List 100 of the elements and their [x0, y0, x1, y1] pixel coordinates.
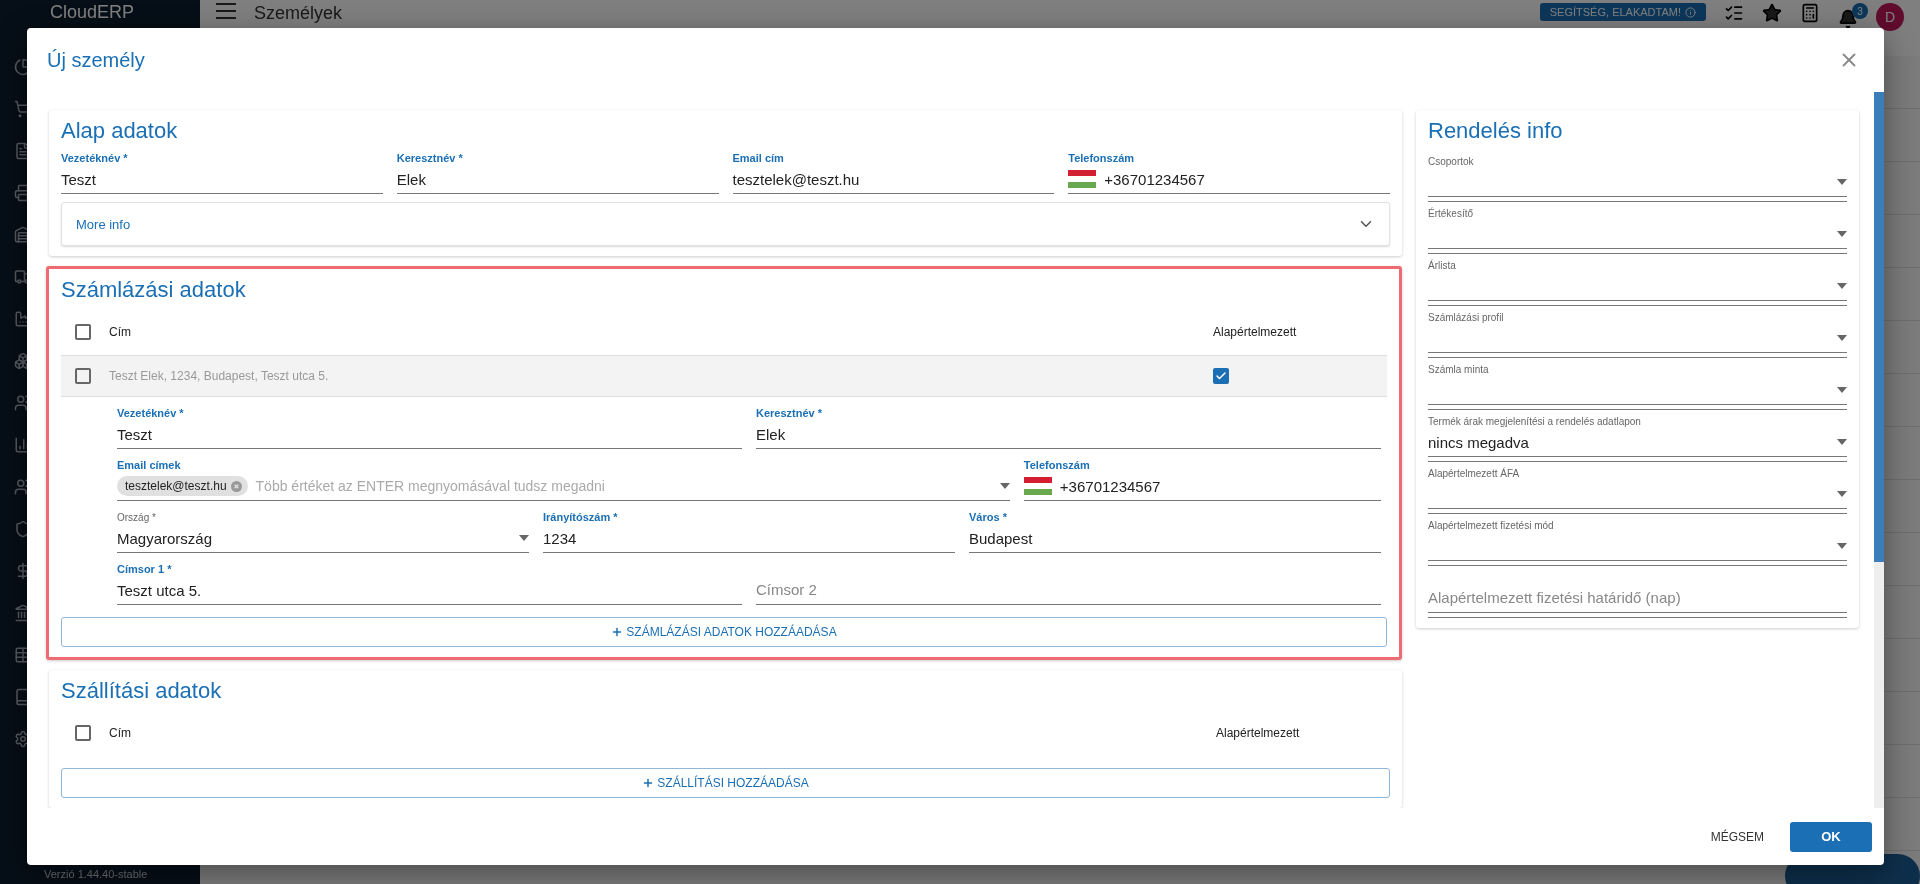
field-label: Alapértelmezett ÁFA	[1428, 468, 1521, 479]
bell-icon[interactable]	[1838, 9, 1858, 29]
field-label: Csoportok	[1428, 156, 1475, 167]
select-field[interactable]: Számla minta	[1428, 361, 1847, 405]
add-shipping-button[interactable]: SZÁLLÍTÁSI HOZZÁADÁSA	[61, 768, 1390, 798]
field-label: Árlista	[1428, 260, 1457, 271]
field-label: Számlázási profil	[1428, 312, 1505, 323]
input-field[interactable]: Keresztnév * Elek	[756, 405, 1381, 449]
input-field[interactable]: Alapértelmezett fizetési határidő (nap)	[1428, 569, 1847, 613]
field-value: Teszt utca 5.	[117, 581, 203, 599]
column-header: Cím	[108, 325, 132, 339]
caret-icon	[1837, 387, 1847, 393]
input-field[interactable]: Email címek tesztelek@teszt.hu Több értéket az ENTER megnyomásával tudsz megadni	[117, 457, 1010, 501]
more-info-accordion[interactable]: More info	[61, 202, 1390, 246]
caret-icon	[1837, 335, 1847, 341]
scrollbar[interactable]	[1874, 92, 1884, 808]
input-field[interactable]: Keresztnév * Elek	[396, 150, 719, 194]
select-field[interactable]: Értékesítő	[1428, 205, 1847, 249]
checklist-icon[interactable]	[1724, 3, 1744, 23]
select-field[interactable]: Termék árak megjelenítési a rendelés adatlapon nincs megadva	[1428, 413, 1847, 457]
input-field[interactable]: Telefonszám +36701234567	[1023, 457, 1381, 501]
select-field[interactable]: Számlázási profil	[1428, 309, 1847, 353]
section-title: Rendelés info	[1428, 118, 1564, 144]
input-field[interactable]: Email cím tesztelek@teszt.hu	[732, 150, 1055, 194]
field-label: Termék árak megjelenítési a rendelés adatlapon	[1428, 416, 1642, 427]
placeholder-text: Több értéket az ENTER megnyomásával tudsz megadni	[255, 478, 606, 494]
caret-icon	[1837, 439, 1847, 445]
field-label: Telefonszám	[1023, 459, 1091, 471]
field-value: Budapest	[969, 529, 1034, 547]
column-header: Cím	[108, 726, 132, 740]
field-label: Címsor 1 *	[117, 563, 173, 575]
field-label: Alapértelmezett fizetési határidő (nap)	[1428, 589, 1682, 606]
field-label: Keresztnév *	[396, 152, 464, 164]
field-label: Keresztnév *	[756, 407, 824, 419]
caret-icon	[1837, 491, 1847, 497]
field-value: tesztelek@teszt.hu	[732, 170, 861, 188]
input-field[interactable]: Város * Budapest	[969, 509, 1381, 553]
select-field[interactable]: Alapértelmezett ÁFA	[1428, 465, 1847, 509]
section-title: Számlázási adatok	[61, 277, 247, 303]
checkbox[interactable]	[75, 368, 91, 384]
email-chip[interactable]: tesztelek@teszt.hu	[117, 476, 248, 496]
add-billing-button[interactable]: SZÁMLÁZÁSI ADATOK HOZZÁADÁSA	[61, 617, 1387, 647]
plus-icon	[611, 626, 624, 638]
notification-badge: 3	[1852, 3, 1868, 19]
dialog-title: Új személy	[47, 48, 145, 72]
field-value: Elek	[396, 170, 427, 188]
info-icon	[1685, 6, 1696, 18]
flag-icon	[1023, 477, 1052, 495]
field-value: Magyarország	[117, 529, 214, 547]
menu-icon[interactable]	[216, 3, 236, 19]
app-logo: CloudERP	[49, 2, 135, 24]
section-title: Szállítási adatok	[61, 678, 223, 704]
field-label: Vezetéknév *	[117, 407, 185, 419]
field-label: Számla minta	[1428, 364, 1490, 375]
checkbox[interactable]	[75, 324, 91, 340]
field-label: Város *	[969, 511, 1008, 523]
field-value: +36701234567	[1059, 477, 1162, 495]
select-field[interactable]: Árlista	[1428, 257, 1847, 301]
select-field[interactable]: Ország * Magyarország	[117, 509, 529, 553]
checkbox[interactable]	[75, 725, 91, 741]
ok-button[interactable]: OK	[1790, 821, 1872, 852]
field-label: Címsor 2	[756, 581, 818, 598]
plus-icon	[642, 777, 655, 789]
caret-icon	[1837, 283, 1847, 289]
field-label: Vezetéknév *	[61, 152, 129, 164]
check-icon	[1215, 369, 1227, 382]
flag-icon	[1068, 170, 1097, 188]
field-value: Elek	[756, 425, 787, 443]
caret-icon	[1837, 231, 1847, 237]
input-field[interactable]: Telefonszám +36701234567	[1068, 150, 1390, 194]
address-text: Teszt Elek, 1234, Budapest, Teszt utca 5.	[108, 369, 330, 383]
calculator-icon[interactable]	[1800, 3, 1820, 23]
input-field[interactable]: Címsor 1 * Teszt utca 5.	[117, 561, 742, 605]
default-checkbox[interactable]	[1213, 367, 1229, 384]
column-header: Alapértelmezett	[1216, 726, 1301, 740]
section-title: Alap adatok	[61, 118, 179, 144]
select-field[interactable]: Csoportok	[1428, 153, 1847, 197]
input-field[interactable]: Címsor 2	[756, 561, 1381, 605]
field-value: Teszt	[117, 425, 153, 443]
page-title: Személyek	[254, 3, 344, 23]
field-value: nincs megadva	[1428, 433, 1530, 451]
cancel-button[interactable]: MÉGSEM	[1702, 821, 1772, 852]
field-label: Irányítószám *	[543, 511, 619, 523]
user-avatar[interactable]: D	[1876, 3, 1904, 31]
caret-icon	[519, 535, 529, 541]
input-field[interactable]: Vezetéknév * Teszt	[117, 405, 742, 449]
field-label: Ország *	[117, 512, 157, 523]
select-field[interactable]: Alapértelmezett fizetési mód	[1428, 517, 1847, 561]
input-field[interactable]: Vezetéknév * Teszt	[61, 150, 383, 194]
version-text: Verzió 1.44.40-stable	[43, 868, 148, 880]
input-field[interactable]: Irányítószám * 1234	[543, 509, 955, 553]
star-icon[interactable]	[1762, 3, 1782, 23]
field-label: Telefonszám	[1068, 152, 1136, 164]
field-value: Teszt	[61, 170, 97, 188]
field-value: 1234	[543, 529, 578, 547]
caret-icon	[1837, 543, 1847, 549]
field-label: Értékesítő	[1428, 208, 1475, 219]
field-label: Email címek	[117, 459, 182, 471]
column-header: Alapértelmezett	[1213, 325, 1298, 339]
field-label: Alapértelmezett fizetési mód	[1428, 520, 1555, 531]
